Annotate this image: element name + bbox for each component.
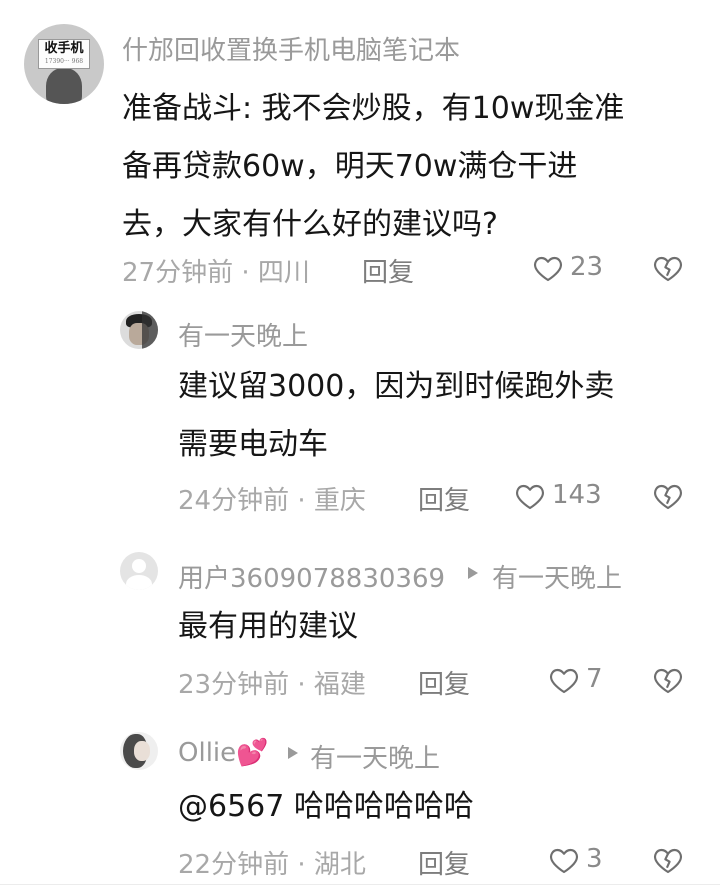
broken-heart-icon[interactable] bbox=[652, 480, 684, 512]
reply-to-username[interactable]: 有一天晚上 bbox=[492, 558, 622, 595]
avatar-shade bbox=[142, 311, 158, 349]
reply-time-location: 22分钟前 · 湖北 bbox=[178, 850, 366, 880]
heart-outline-icon[interactable] bbox=[548, 664, 580, 696]
reply-to-username[interactable]: 有一天晚上 bbox=[310, 738, 440, 775]
heart-outline-icon[interactable] bbox=[548, 844, 580, 876]
default-avatar-icon[interactable] bbox=[120, 552, 158, 590]
avatar-head-shape bbox=[132, 559, 146, 573]
broken-heart-icon[interactable] bbox=[652, 844, 684, 876]
like-count: 143 bbox=[552, 480, 602, 510]
reply-button[interactable]: 回复 bbox=[418, 664, 470, 701]
comment-text: 准备战斗: 我不会炒股，有10w现金准 备再贷款60w，明天70w满仓干进 去，… bbox=[122, 80, 624, 254]
reply-username[interactable]: Ollie💕 bbox=[178, 738, 269, 768]
avatar-face bbox=[134, 741, 150, 761]
comment-text-line: 去，大家有什么好的建议吗? bbox=[122, 207, 498, 242]
reply-text: 最有用的建议 bbox=[178, 598, 358, 656]
like-count: 3 bbox=[586, 844, 603, 874]
heart-outline-icon[interactable] bbox=[532, 252, 564, 284]
reply-text-line: 需要电动车 bbox=[178, 427, 328, 462]
comment-time-location: 27分钟前 · 四川 bbox=[122, 258, 310, 288]
reply-button[interactable]: 回复 bbox=[418, 844, 470, 881]
comment-text-line: 备再贷款60w，明天70w满仓干进 bbox=[122, 149, 578, 184]
reply-text-line: @6567 哈哈哈哈哈哈 bbox=[178, 789, 474, 824]
avatar[interactable] bbox=[120, 732, 158, 770]
avatar-sign: 收手机 17390··· 968 bbox=[38, 39, 90, 69]
like-count: 23 bbox=[570, 252, 604, 282]
triangle-right-icon bbox=[466, 565, 480, 581]
comment-username[interactable]: 什邡回收置换手机电脑笔记本 bbox=[122, 30, 460, 67]
reply-text: @6567 哈哈哈哈哈哈 bbox=[178, 778, 474, 836]
reply-time-location: 23分钟前 · 福建 bbox=[178, 670, 366, 700]
avatar[interactable] bbox=[120, 311, 158, 349]
reply-text: 建议留3000，因为到时候跑外卖 需要电动车 bbox=[178, 358, 614, 474]
comment-text-line: 准备战斗: 我不会炒股，有10w现金准 bbox=[122, 91, 625, 126]
avatar-body-shape bbox=[126, 575, 152, 590]
avatar[interactable]: 收手机 17390··· 968 bbox=[24, 24, 104, 104]
reply-text-line: 建议留3000，因为到时候跑外卖 bbox=[178, 369, 615, 404]
triangle-right-icon bbox=[286, 745, 300, 761]
reply-text-line: 最有用的建议 bbox=[178, 609, 358, 644]
hearts-emoji: 💕 bbox=[236, 738, 269, 768]
reply-button[interactable]: 回复 bbox=[362, 252, 414, 289]
reply-username-text: Ollie bbox=[178, 738, 237, 768]
reply-time-location: 24分钟前 · 重庆 bbox=[178, 486, 366, 516]
reply-button[interactable]: 回复 bbox=[418, 480, 470, 517]
heart-outline-icon[interactable] bbox=[514, 480, 546, 512]
reply-username[interactable]: 有一天晚上 bbox=[178, 316, 308, 353]
broken-heart-icon[interactable] bbox=[652, 252, 684, 284]
broken-heart-icon[interactable] bbox=[652, 664, 684, 696]
divider bbox=[0, 884, 720, 885]
avatar-person-shape bbox=[46, 68, 82, 104]
like-count: 7 bbox=[586, 664, 603, 694]
reply-username[interactable]: 用户3609078830369 bbox=[178, 558, 445, 595]
